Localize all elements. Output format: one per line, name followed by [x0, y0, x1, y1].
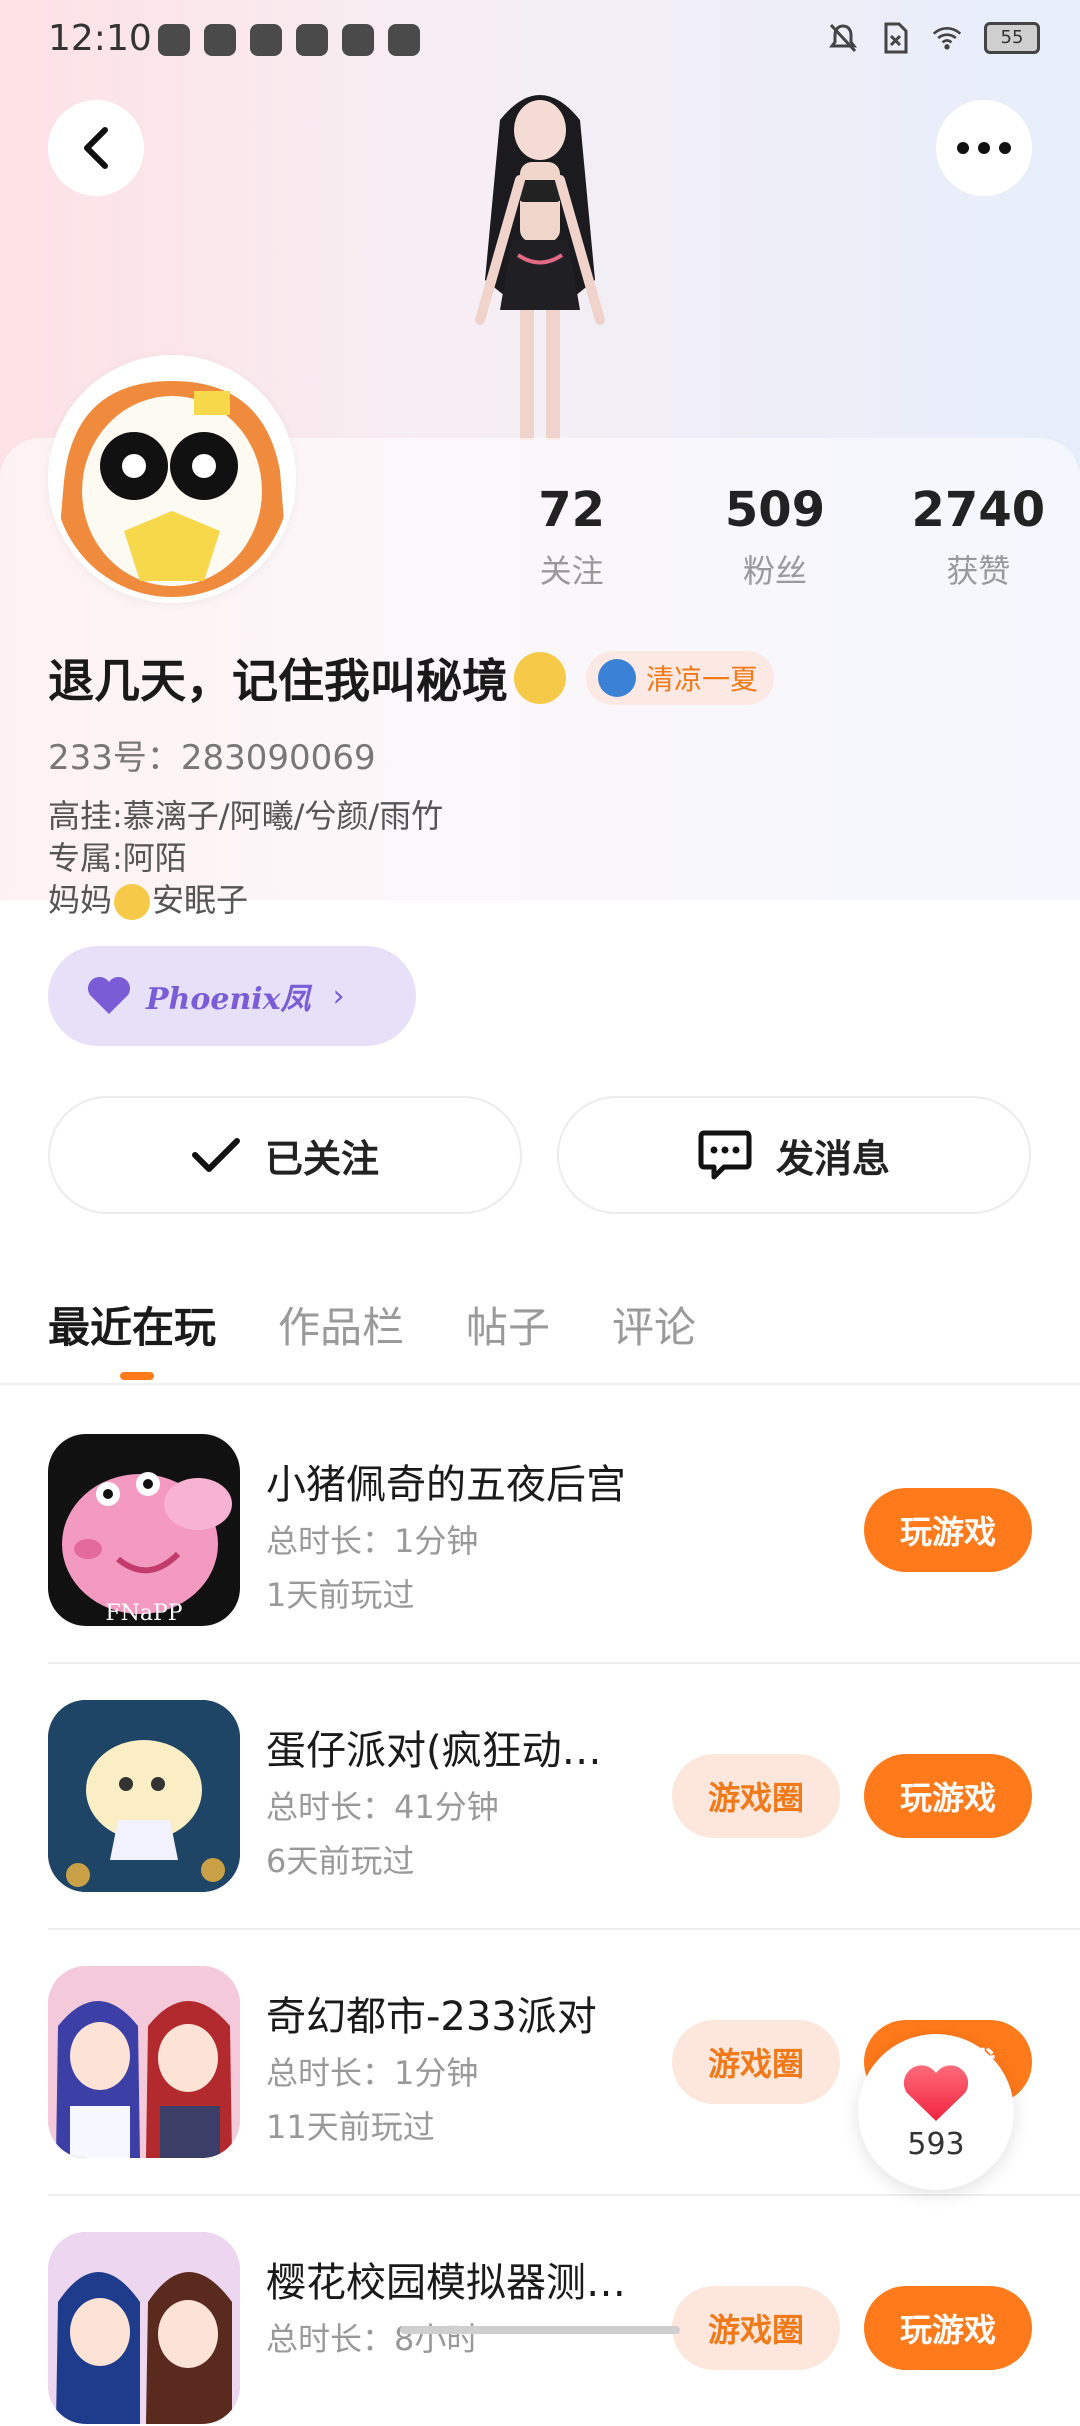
heart-icon [903, 2064, 969, 2121]
followed-button[interactable]: 已关注 [48, 1096, 522, 1214]
game-last-played: 6天前玩过 [266, 1842, 415, 1880]
likes-label: 获赞 [946, 552, 1011, 590]
likes-count: 2740 [911, 482, 1046, 538]
tab-comments[interactable]: 评论 [612, 1294, 696, 1355]
group-tag-label: Phoenix凤 [146, 982, 311, 1017]
likes-stat[interactable]: 2740 获赞 [877, 478, 1080, 592]
game-icon [48, 1966, 240, 2158]
followers-label: 粉丝 [742, 552, 807, 590]
notification-app-icon [204, 24, 236, 56]
avatar-image [54, 361, 290, 597]
active-tab-indicator [120, 1372, 154, 1380]
tab-recently-played[interactable]: 最近在玩 [48, 1294, 216, 1355]
game-circle-button[interactable]: 游戏圈 [672, 2020, 840, 2104]
tab-works[interactable]: 作品栏 [278, 1294, 404, 1355]
smirk-emoji-icon [514, 652, 566, 704]
bio-line: 高挂:慕漓子/阿曦/兮颜/雨竹 [48, 797, 444, 835]
chevron-right-icon: › [332, 978, 345, 1014]
game-circle-button[interactable]: 游戏圈 [672, 1754, 840, 1838]
bio: 高挂:慕漓子/阿曦/兮颜/雨竹 专属:阿陌 妈妈 安眠子 [48, 795, 443, 921]
game-title: 樱花校园模拟器测… [266, 2260, 626, 2306]
notification-app-icon [296, 24, 328, 56]
heart-icon [87, 976, 131, 1014]
followers-stat[interactable]: 509 粉丝 [673, 478, 876, 592]
game-row[interactable]: 蛋仔派对(疯狂动… 总时长：41分钟 6天前玩过 游戏圈 玩游戏 [48, 1700, 1032, 1894]
followed-label: 已关注 [264, 1136, 379, 1181]
game-icon: FNaPP [48, 1434, 240, 1626]
no-sim-icon [884, 22, 908, 54]
name-row: 退几天，记住我叫秘境 清凉一夏 [48, 645, 775, 711]
send-message-button[interactable]: 发消息 [557, 1096, 1031, 1214]
mute-bell-icon [829, 23, 857, 53]
wifi-icon [932, 26, 962, 50]
divider [48, 1662, 1080, 1664]
group-tag-button[interactable]: Phoenix凤 › [48, 946, 416, 1046]
status-bar: 12:10 55 [0, 0, 1080, 84]
game-duration: 总时长：41分钟 [266, 1788, 499, 1826]
bio-line: 妈妈 安眠子 [48, 881, 249, 920]
game-title: 小猪佩奇的五夜后宫 [266, 1462, 626, 1508]
battery-indicator: 55 [984, 22, 1040, 54]
play-game-button[interactable]: 玩游戏 [864, 1754, 1032, 1838]
status-system-icons: 55 [828, 22, 1040, 54]
divider [48, 2194, 1080, 2196]
bio-line: 专属:阿陌 [48, 839, 187, 877]
more-dots-icon [957, 142, 1011, 154]
svg-text:FNaPP: FNaPP [105, 1601, 182, 1626]
title-badge[interactable]: 清凉一夏 [586, 651, 775, 705]
checkmark-icon [191, 1138, 240, 1172]
profile-stats: 72 关注 509 粉丝 2740 获赞 [470, 478, 1080, 592]
notification-app-icon [388, 24, 420, 56]
game-icon [48, 2232, 240, 2424]
game-circle-button[interactable]: 游戏圈 [672, 2286, 840, 2370]
notification-app-icon [342, 24, 374, 56]
following-stat[interactable]: 72 关注 [470, 478, 673, 592]
game-title: 蛋仔派对(疯狂动… [266, 1728, 602, 1774]
game-duration: 总时长：8小时 [266, 2320, 479, 2358]
followers-count: 509 [724, 482, 826, 538]
like-count: 593 [907, 2126, 965, 2162]
divider [0, 1383, 1080, 1385]
tab-posts[interactable]: 帖子 [466, 1294, 550, 1355]
following-label: 关注 [539, 552, 604, 590]
game-last-played: 11天前玩过 [266, 2108, 435, 2146]
chevron-left-icon [84, 127, 108, 169]
game-duration: 总时长：1分钟 [266, 1522, 479, 1560]
status-notification-icons [158, 24, 420, 56]
status-time: 12:10 [48, 18, 152, 59]
avatar[interactable] [48, 355, 296, 603]
play-game-button[interactable]: 玩游戏 [864, 2286, 1032, 2370]
profile-tabs: 最近在玩 作品栏 帖子 评论 [48, 1294, 758, 1355]
game-row[interactable]: FNaPP 小猪佩奇的五夜后宫 总时长：1分钟 1天前玩过 玩游戏 [48, 1434, 1032, 1628]
back-button[interactable] [48, 100, 144, 196]
character-avatar-figure [475, 95, 605, 440]
game-duration: 总时长：1分钟 [266, 2054, 479, 2092]
notification-app-icon [158, 24, 190, 56]
play-game-button[interactable]: 玩游戏 [864, 1488, 1032, 1572]
game-last-played: 1天前玩过 [266, 1576, 415, 1614]
chat-bubble-icon [698, 1130, 752, 1180]
badge-icon [598, 659, 636, 697]
following-count: 72 [538, 482, 606, 538]
nickname: 退几天，记住我叫秘境 [48, 654, 508, 708]
game-title: 奇幻都市-233派对 [266, 1994, 597, 2040]
more-options-button[interactable] [936, 100, 1032, 196]
home-indicator[interactable] [400, 2326, 680, 2334]
user-id: 233号：283090069 [48, 738, 376, 778]
divider [48, 1928, 1080, 1930]
game-icon [48, 1700, 240, 1892]
like-floating-button[interactable]: 593 [858, 2034, 1014, 2190]
badge-label: 清凉一夏 [646, 663, 759, 696]
notification-app-icon [250, 24, 282, 56]
send-message-label: 发消息 [775, 1136, 890, 1181]
smirk-emoji-icon [114, 884, 151, 920]
